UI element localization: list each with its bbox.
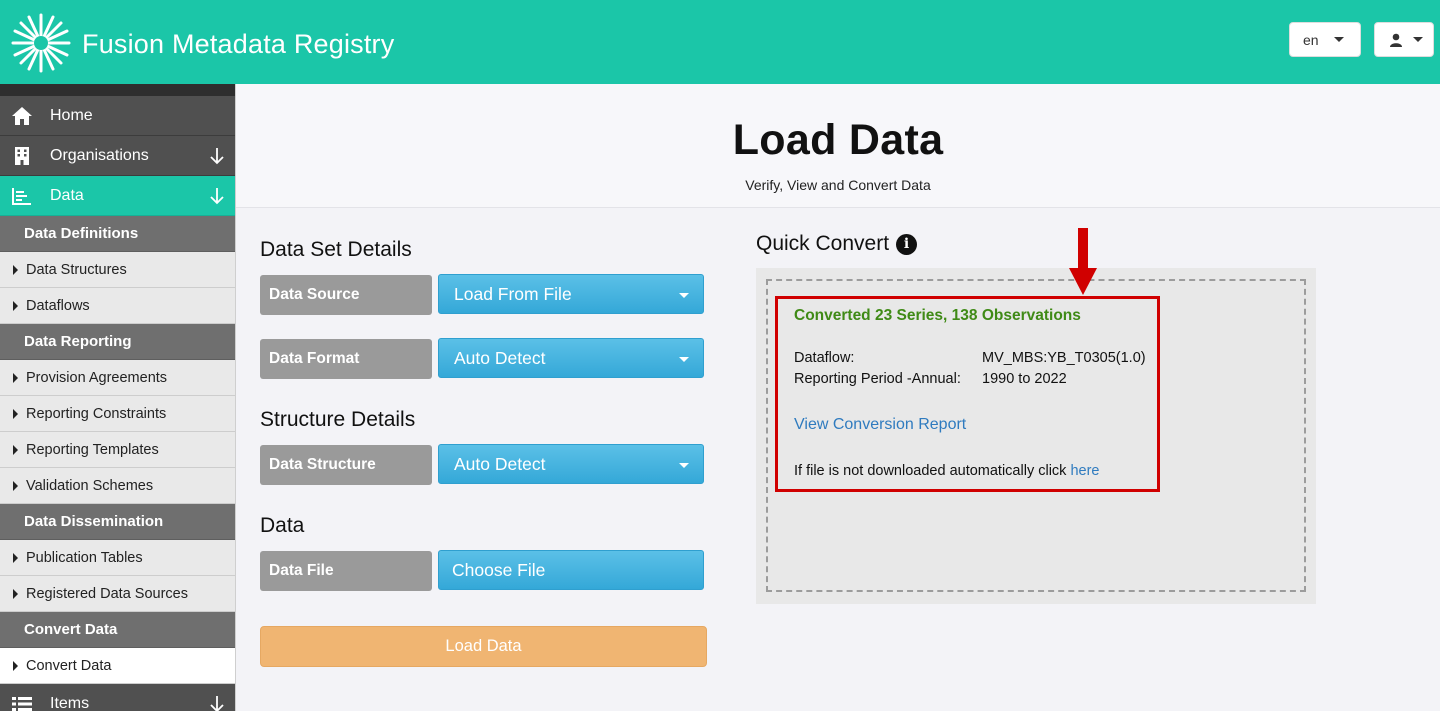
- sidebar-item-validation-schemes[interactable]: Validation Schemes: [0, 468, 235, 504]
- download-note-text: If file is not downloaded automatically …: [794, 463, 1067, 479]
- quick-convert-title: Quick Convert i: [756, 232, 918, 256]
- sidebar-item-data[interactable]: Data: [0, 176, 235, 216]
- sidebar-section-convert-data: Convert Data: [0, 612, 235, 648]
- chevron-down-icon: [679, 357, 689, 362]
- top-bar: Fusion Metadata Registry en: [0, 0, 1440, 84]
- sidebar-item-items[interactable]: Items: [0, 684, 235, 711]
- caret-right-icon: [13, 372, 18, 383]
- list-icon: [10, 693, 34, 711]
- sidebar-section-data-definitions: Data Definitions: [0, 216, 235, 252]
- page-title: Load Data: [732, 116, 944, 164]
- sidebar-item-convert-data[interactable]: Convert Data: [0, 648, 235, 684]
- page-subtitle: Verify, View and Convert Data: [745, 177, 931, 193]
- sidebar-item-label: Publication Tables: [26, 549, 143, 566]
- red-arrow-down-icon: [1069, 228, 1097, 295]
- chevron-down-icon: [679, 463, 689, 468]
- user-icon: [1390, 33, 1402, 47]
- sidebar-item-label: Data Structures: [26, 261, 127, 278]
- building-icon: [10, 145, 34, 167]
- data-structure-label: Data Structure: [260, 445, 432, 485]
- reporting-period-value: 1990 to 2022: [982, 371, 1067, 387]
- arrow-down-icon: [210, 188, 224, 205]
- sidebar-item-label: Reporting Constraints: [26, 405, 167, 422]
- user-menu-button[interactable]: [1374, 22, 1434, 57]
- bar-chart-icon: [10, 185, 34, 207]
- dataset-details-heading: Data Set Details: [260, 238, 412, 261]
- info-icon[interactable]: i: [896, 233, 918, 255]
- sidebar-item-data-structures[interactable]: Data Structures: [0, 252, 235, 288]
- sidebar-item-organisations[interactable]: Organisations: [0, 136, 235, 176]
- chevron-down-icon: [1413, 37, 1423, 42]
- sidebar-item-dataflows[interactable]: Dataflows: [0, 288, 235, 324]
- sidebar: Home Organisations Data Data Definitions…: [0, 84, 236, 711]
- sidebar-item-label: Provision Agreements: [26, 369, 168, 386]
- app-title: Fusion Metadata Registry: [82, 29, 395, 59]
- sidebar-item-reporting-constraints[interactable]: Reporting Constraints: [0, 396, 235, 432]
- sidebar-item-label: Items: [50, 694, 90, 711]
- caret-right-icon: [13, 588, 18, 599]
- dataflow-label: Dataflow:: [794, 350, 855, 366]
- fusion-logo-icon: [11, 13, 71, 73]
- sidebar-item-label: Organisations: [50, 146, 149, 164]
- sidebar-item-label: Reporting Templates: [26, 441, 159, 458]
- sidebar-item-reporting-templates[interactable]: Reporting Templates: [0, 432, 235, 468]
- data-format-label: Data Format: [260, 339, 432, 379]
- data-source-label: Data Source: [260, 275, 432, 315]
- language-label: en: [1303, 31, 1319, 48]
- sidebar-top-strip: [0, 84, 235, 96]
- data-format-value: Auto Detect: [454, 347, 546, 368]
- sidebar-item-home[interactable]: Home: [0, 96, 235, 136]
- language-dropdown[interactable]: en: [1289, 22, 1361, 57]
- caret-right-icon: [13, 552, 18, 563]
- caret-right-icon: [13, 480, 18, 491]
- choose-file-button[interactable]: Choose File: [438, 550, 704, 590]
- arrow-down-icon: [210, 148, 224, 165]
- caret-right-icon: [13, 300, 18, 311]
- quick-convert-title-text: Quick Convert: [756, 232, 890, 255]
- chevron-down-icon: [1333, 37, 1344, 42]
- data-source-dropdown[interactable]: Load From File: [438, 274, 704, 314]
- page-header: Load Data Verify, View and Convert Data: [236, 84, 1440, 208]
- structure-details-heading: Structure Details: [260, 408, 416, 431]
- sidebar-item-registered-data-sources[interactable]: Registered Data Sources: [0, 576, 235, 612]
- data-heading: Data: [260, 514, 305, 537]
- sidebar-item-label: Home: [50, 106, 93, 124]
- data-structure-value: Auto Detect: [454, 453, 546, 474]
- conversion-success-message: Converted 23 Series, 138 Observations: [794, 307, 1081, 324]
- caret-right-icon: [13, 444, 18, 455]
- dataflow-value: MV_MBS:YB_T0305(1.0): [982, 350, 1146, 366]
- data-structure-dropdown[interactable]: Auto Detect: [438, 444, 704, 484]
- sidebar-item-provision-agreements[interactable]: Provision Agreements: [0, 360, 235, 396]
- sidebar-section-data-dissemination: Data Dissemination: [0, 504, 235, 540]
- sidebar-item-label: Dataflows: [26, 297, 90, 314]
- download-here-link[interactable]: here: [1070, 463, 1099, 479]
- sidebar-item-label: Convert Data: [26, 657, 112, 674]
- sidebar-item-label: Data: [50, 186, 84, 204]
- home-icon: [10, 105, 34, 127]
- arrow-down-icon: [210, 696, 224, 711]
- download-note: If file is not downloaded automatically …: [794, 463, 1099, 479]
- reporting-period-label: Reporting Period -Annual:: [794, 371, 961, 387]
- data-file-label: Data File: [260, 551, 432, 591]
- caret-right-icon: [13, 660, 18, 671]
- data-format-dropdown[interactable]: Auto Detect: [438, 338, 704, 378]
- load-data-button[interactable]: Load Data: [260, 626, 707, 667]
- data-source-value: Load From File: [454, 283, 572, 304]
- view-conversion-report-link[interactable]: View Conversion Report: [794, 416, 966, 434]
- chevron-down-icon: [679, 293, 689, 298]
- caret-right-icon: [13, 264, 18, 275]
- caret-right-icon: [13, 408, 18, 419]
- sidebar-item-label: Validation Schemes: [26, 477, 154, 494]
- sidebar-section-data-reporting: Data Reporting: [0, 324, 235, 360]
- sidebar-item-label: Registered Data Sources: [26, 585, 188, 602]
- sidebar-item-publication-tables[interactable]: Publication Tables: [0, 540, 235, 576]
